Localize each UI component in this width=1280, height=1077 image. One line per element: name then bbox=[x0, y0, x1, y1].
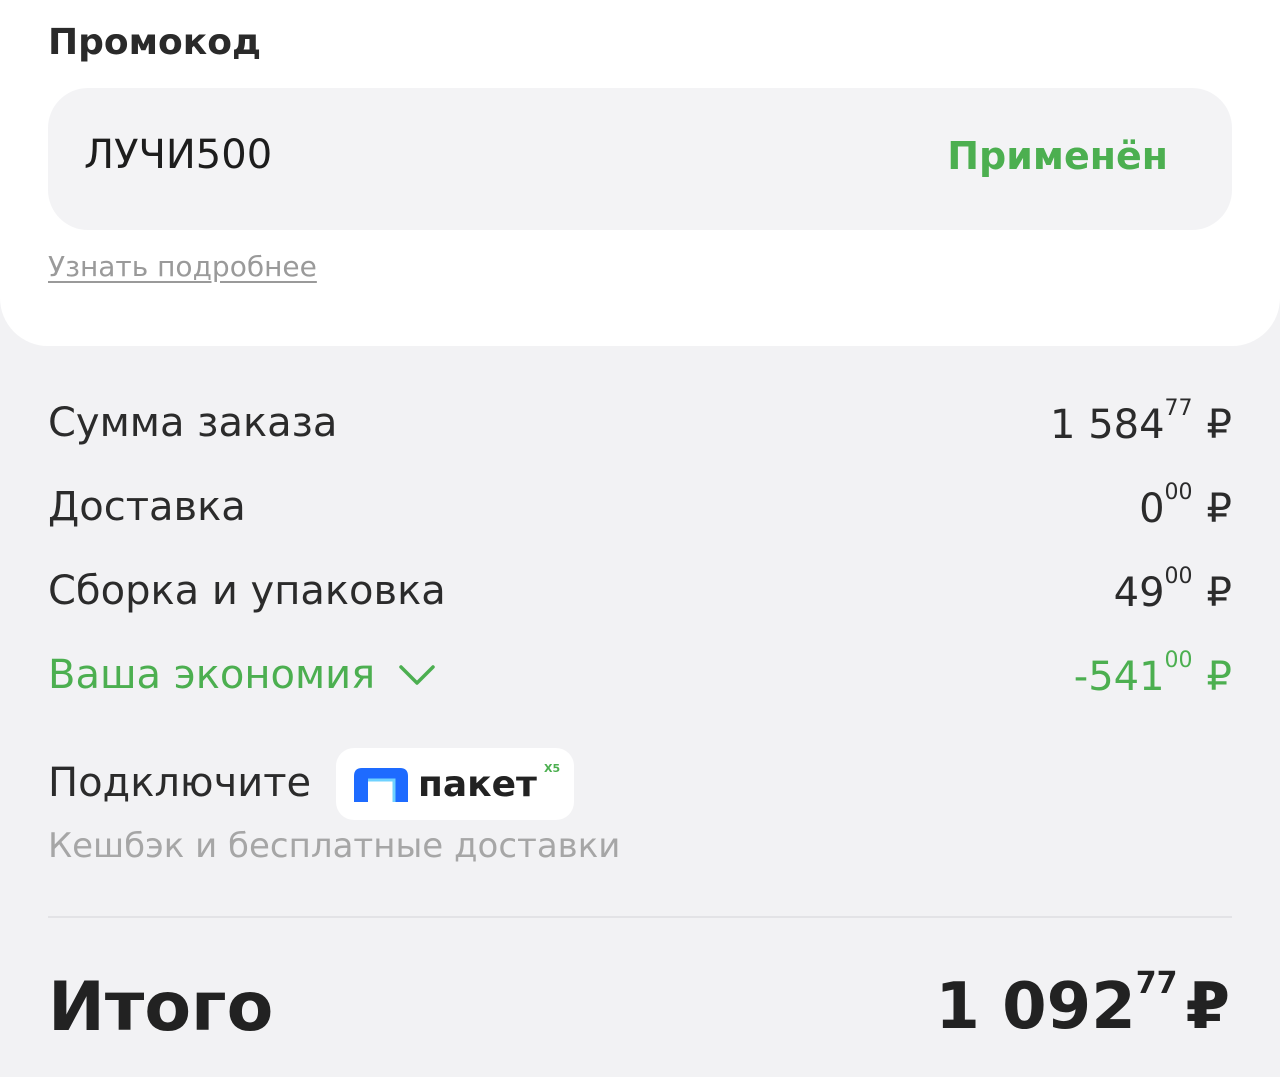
delivery-row: Доставка 000 ₽ bbox=[48, 480, 1232, 544]
savings-value: -54100 ₽ bbox=[1073, 648, 1232, 700]
promo-status-badge: Применён bbox=[947, 134, 1168, 178]
divider bbox=[48, 916, 1232, 918]
paket-subtitle: Кешбэк и бесплатные доставки bbox=[48, 826, 621, 866]
order-sum-label: Сумма заказа bbox=[48, 400, 338, 446]
paket-brand: пакет bbox=[418, 764, 537, 805]
paket-connect-label: Подключите bbox=[48, 760, 312, 806]
total-value: 1 09277 ₽ bbox=[935, 966, 1230, 1044]
packing-value: 4900 ₽ bbox=[1113, 564, 1232, 616]
delivery-label: Доставка bbox=[48, 484, 246, 530]
total-label: Итого bbox=[48, 968, 274, 1047]
promo-title: Промокод bbox=[48, 22, 262, 63]
paket-arch-icon bbox=[354, 768, 408, 802]
savings-label[interactable]: Ваша экономия bbox=[48, 652, 437, 698]
packing-label: Сборка и упаковка bbox=[48, 568, 446, 614]
order-sum-row: Сумма заказа 1 58477 ₽ bbox=[48, 396, 1232, 460]
packing-row: Сборка и упаковка 4900 ₽ bbox=[48, 564, 1232, 628]
paket-brand-mark: X5 bbox=[544, 762, 561, 775]
order-sum-value: 1 58477 ₽ bbox=[1050, 396, 1232, 448]
promo-more-link[interactable]: Узнать подробнее bbox=[48, 250, 317, 283]
savings-row[interactable]: Ваша экономия -54100 ₽ bbox=[48, 648, 1232, 712]
paket-badge[interactable]: пакет X5 bbox=[336, 748, 574, 820]
promo-code-field[interactable]: ЛУЧИ500 Применён bbox=[48, 88, 1232, 230]
chevron-down-icon[interactable] bbox=[397, 655, 437, 695]
promo-code-value: ЛУЧИ500 bbox=[84, 132, 273, 178]
delivery-value: 000 ₽ bbox=[1139, 480, 1232, 532]
